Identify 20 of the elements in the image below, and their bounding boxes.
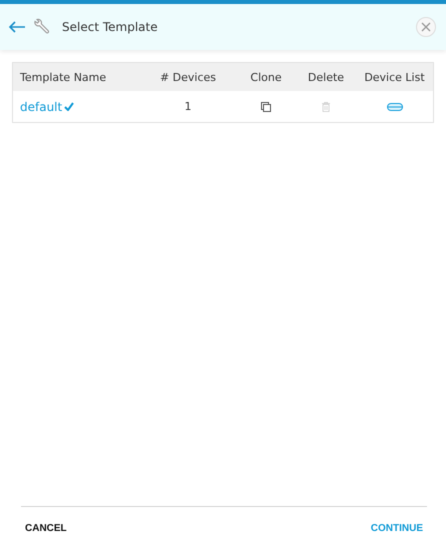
close-icon [421, 22, 431, 32]
column-header: Device List [364, 70, 425, 84]
continue-button[interactable]: CONTINUE [366, 519, 427, 538]
dialog-title: Select Template [62, 20, 159, 34]
wrench-icon [32, 18, 50, 36]
device-count: 1 [184, 100, 192, 113]
back-button[interactable] [8, 21, 26, 33]
clone-button[interactable] [261, 102, 271, 112]
close-button[interactable] [416, 17, 436, 37]
column-header: Delete [308, 70, 344, 84]
cancel-button[interactable]: CANCEL [21, 519, 71, 538]
device-list-button[interactable] [386, 102, 402, 110]
column-header: Template Name [20, 70, 106, 84]
back-arrow-icon [8, 21, 26, 33]
copy-icon [261, 102, 271, 112]
template-name-link[interactable]: default [20, 100, 74, 114]
trash-icon [322, 102, 330, 112]
device-list-icon [386, 102, 402, 110]
column-header: # Devices [160, 70, 216, 84]
column-header: Clone [250, 70, 282, 84]
